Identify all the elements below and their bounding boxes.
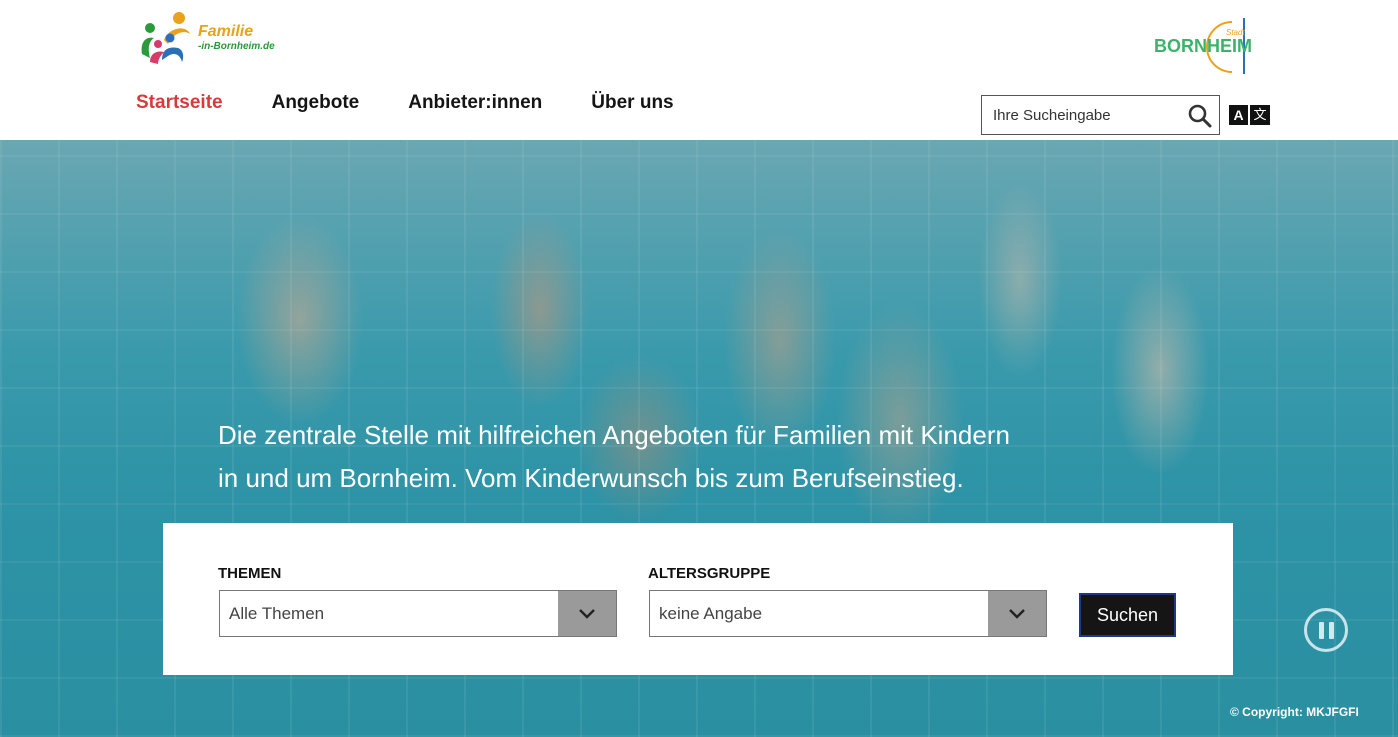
family-logo-icon [141, 12, 190, 64]
search-box [981, 95, 1220, 135]
nav-item-ueber-uns[interactable]: Über uns [591, 92, 673, 114]
chevron-down-icon [558, 591, 616, 636]
hero-section: Die zentrale Stelle mit hilfreichen Ange… [0, 140, 1398, 737]
hero-tagline-line-2: in und um Bornheim. Vom Kinderwunsch bis… [218, 463, 964, 493]
themen-select[interactable]: Alle Themen [219, 590, 617, 637]
hero-tagline-line-1: Die zentrale Stelle mit hilfreichen Ange… [218, 420, 1010, 450]
chevron-down-icon [988, 591, 1046, 636]
search-icon[interactable] [1187, 103, 1213, 129]
pause-slideshow-button[interactable] [1304, 608, 1348, 652]
nav-item-angebote[interactable]: Angebote [272, 92, 360, 114]
logo-wordmark: Familie -in-Bornheim.de [198, 24, 275, 52]
translate-button[interactable]: A 文 [1229, 105, 1270, 125]
image-copyright: © Copyright: MKJFGFI [1230, 705, 1359, 719]
site-header: Familie -in-Bornheim.de Stadt BORNHEIM S… [0, 0, 1398, 140]
themen-select-value: Alle Themen [229, 604, 325, 623]
logo-line-1: Familie [198, 23, 254, 40]
pause-icon [1319, 622, 1324, 639]
themen-label: THEMEN [218, 565, 282, 582]
search-submit-button[interactable]: Suchen [1079, 593, 1176, 637]
altersgruppe-label: ALTERSGRUPPE [648, 565, 771, 582]
translate-icon-glyph: 文 [1248, 105, 1270, 125]
city-name: BORNHEIM [1154, 36, 1252, 56]
translate-icon: A [1229, 105, 1248, 125]
hero-tagline: Die zentrale Stelle mit hilfreichen Ange… [218, 414, 1118, 500]
altersgruppe-select-value: keine Angabe [659, 604, 763, 623]
search-input[interactable] [982, 96, 1182, 134]
logo-line-2: -in-Bornheim.de [198, 41, 275, 52]
main-nav: Startseite Angebote Anbieter:innen Über … [136, 92, 723, 114]
pause-icon-bar [1329, 622, 1334, 639]
nav-item-anbieter[interactable]: Anbieter:innen [408, 92, 542, 114]
city-logo[interactable]: Stadt BORNHEIM [1150, 18, 1260, 76]
offer-filter-form: THEMEN Alle Themen ALTERSGRUPPE keine An… [163, 523, 1233, 675]
altersgruppe-select[interactable]: keine Angabe [649, 590, 1047, 637]
nav-item-startseite[interactable]: Startseite [136, 92, 223, 114]
site-logo[interactable]: Familie -in-Bornheim.de [138, 8, 288, 68]
